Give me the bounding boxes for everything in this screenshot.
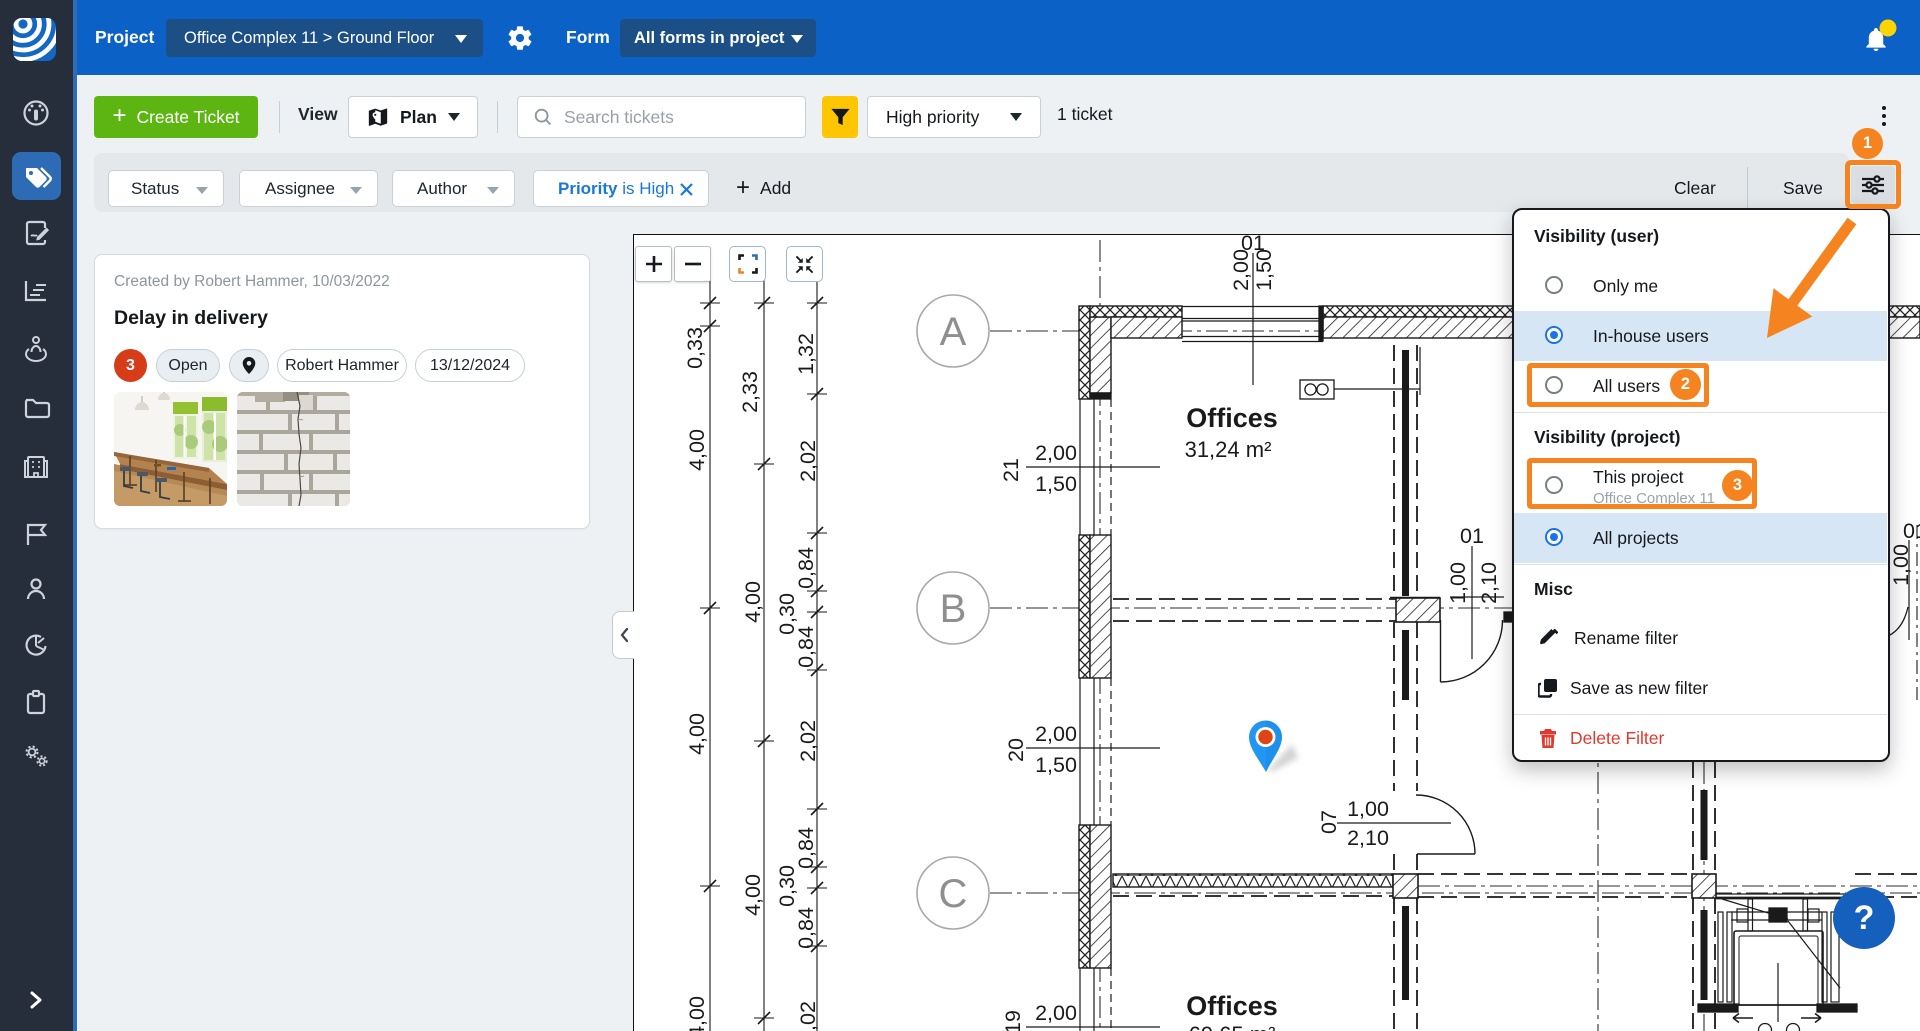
svg-text:0,84: 0,84 [794,626,818,668]
svg-text:0,30: 0,30 [775,865,799,907]
svg-text:07: 07 [1317,810,1341,834]
svg-text:01: 01 [1903,519,1920,543]
svg-text:2,00: 2,00 [1035,441,1077,465]
svg-text:4,00: 4,00 [741,581,765,623]
svg-text:01: 01 [1460,524,1484,548]
svg-text:19: 19 [1001,1010,1025,1031]
svg-text:1,32: 1,32 [794,333,818,375]
svg-text:C: C [939,872,968,916]
svg-text:1,50: 1,50 [1035,472,1077,496]
svg-text:21: 21 [999,458,1023,482]
svg-text:Offices: Offices [1186,403,1278,433]
svg-text:2,10: 2,10 [1347,826,1389,850]
svg-text:1,00: 1,00 [1446,562,1470,604]
svg-text:01: 01 [1241,231,1265,255]
svg-text:0,84: 0,84 [794,827,818,869]
svg-text:1,50: 1,50 [1252,249,1276,291]
svg-text:2,33: 2,33 [738,371,762,413]
svg-text:2,02: 2,02 [796,440,820,482]
svg-text:2,02: 2,02 [796,1001,820,1031]
svg-text:B: B [940,587,967,631]
svg-text:4,00: 4,00 [685,996,709,1031]
svg-text:1,00: 1,00 [1889,544,1913,586]
svg-text:2,02: 2,02 [796,720,820,762]
svg-text:0,84: 0,84 [794,907,818,949]
svg-text:69,65 m²: 69,65 m² [1189,1022,1276,1031]
svg-text:2,00: 2,00 [1035,722,1077,746]
svg-text:4,00: 4,00 [685,429,709,471]
svg-text:0,33: 0,33 [683,327,707,369]
svg-text:2,10: 2,10 [1477,562,1501,604]
svg-text:20: 20 [1004,738,1028,762]
svg-text:1,50: 1,50 [1035,753,1077,777]
svg-text:31,24 m²: 31,24 m² [1185,437,1272,462]
svg-text:2,00: 2,00 [1035,1001,1077,1025]
svg-text:Offices: Offices [1186,991,1278,1021]
svg-text:4,00: 4,00 [741,874,765,916]
svg-text:A: A [940,310,967,354]
svg-text:1,00: 1,00 [1347,797,1389,821]
svg-text:0,84: 0,84 [794,547,818,589]
svg-text:2,00: 2,00 [1229,249,1253,291]
svg-text:4,00: 4,00 [685,713,709,755]
